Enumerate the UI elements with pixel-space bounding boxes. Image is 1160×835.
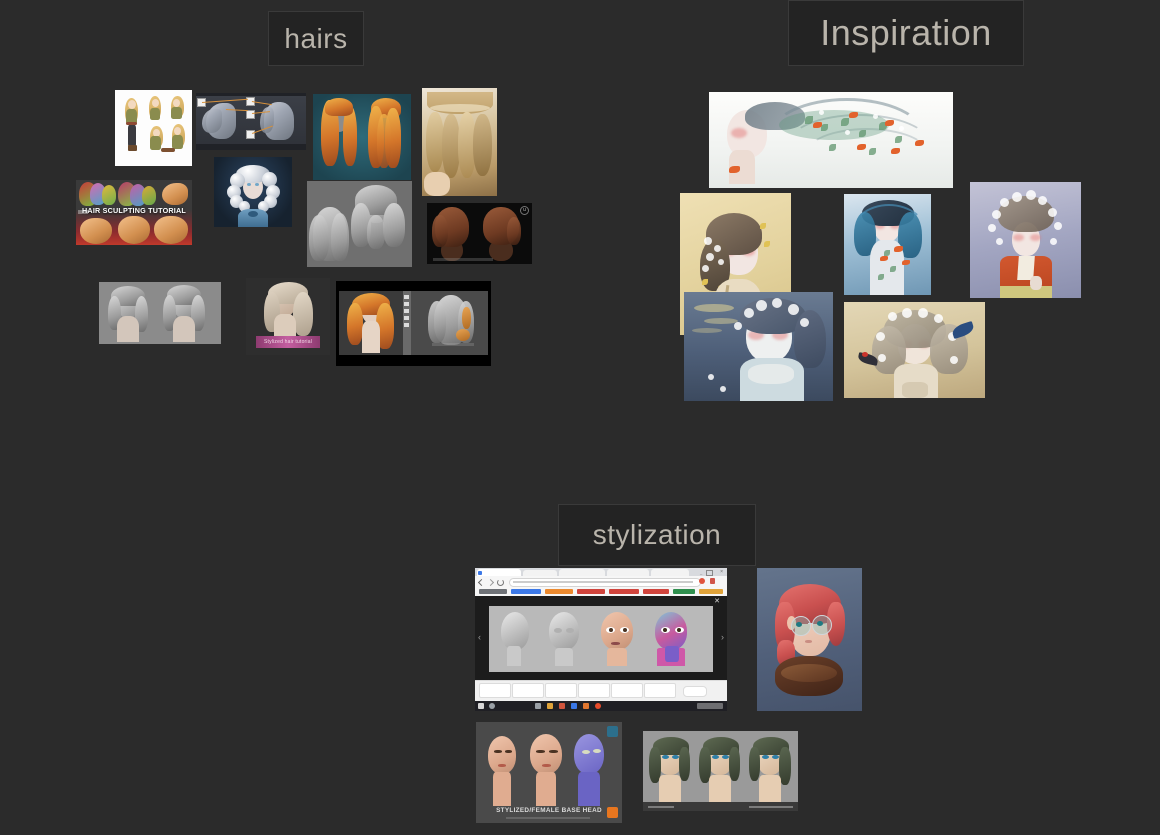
section-title-stylization-label: stylization bbox=[592, 519, 722, 550]
tile-blue-hair-koi-painting[interactable] bbox=[844, 194, 931, 295]
tab-favicon-icon bbox=[478, 570, 482, 575]
tile-fish-hair-painting[interactable] bbox=[709, 92, 953, 188]
hair-sculpting-tutorial-label: HAIR SCULPTING TUTORIAL bbox=[82, 206, 186, 215]
white-curl-portrait-artwork bbox=[214, 157, 292, 227]
tile-resting-girl-painting[interactable] bbox=[684, 292, 833, 401]
tile-brown-hair-side-views[interactable]: u bbox=[427, 203, 532, 264]
blue-hair-koi-artwork bbox=[844, 194, 931, 295]
tile-stylized-hair-bust[interactable]: Stylized hair tutorial bbox=[246, 278, 330, 355]
tile-red-hair-glasses-portrait[interactable] bbox=[757, 568, 862, 711]
tile-stylized-teal-hair-pair[interactable] bbox=[313, 94, 411, 180]
section-title-hairs[interactable]: hairs bbox=[268, 11, 364, 66]
tile-browser-head-sculpt-stages[interactable]: _ × ✕ ‹ › bbox=[475, 568, 727, 711]
lightbox-next-icon[interactable]: › bbox=[721, 633, 724, 642]
tile-white-curly-hair-portrait[interactable] bbox=[214, 157, 292, 227]
browser-extension-icon[interactable] bbox=[699, 578, 705, 584]
tile-kimono-blossom-painting[interactable] bbox=[970, 182, 1081, 298]
tile-character-sheet-blonde[interactable] bbox=[115, 90, 192, 166]
brown-hair-views-artwork: u bbox=[427, 203, 532, 264]
section-title-hairs-label: hairs bbox=[284, 22, 348, 54]
tile-grey-three-head-turnaround[interactable] bbox=[643, 731, 798, 811]
grey-head-pair-artwork bbox=[99, 282, 221, 344]
fish-hair-painting-artwork bbox=[709, 92, 953, 188]
hair-sculpting-tutorial-artwork: HAIR SCULPTING TUTORIAL bbox=[76, 180, 192, 245]
stylized-hair-bust-artwork: Stylized hair tutorial bbox=[246, 278, 330, 355]
swallow-blossom-artwork bbox=[844, 302, 985, 398]
grey-wavy-sculpt-artwork bbox=[307, 181, 412, 267]
tile-blonde-wavy-hair-photo[interactable] bbox=[422, 88, 497, 196]
stylized-female-base-head-label: STYLIZED/FEMALE BASE HEAD bbox=[496, 807, 602, 814]
stylized-female-base-head-artwork: STYLIZED/FEMALE BASE HEAD bbox=[476, 722, 622, 823]
browser-reload-icon[interactable] bbox=[497, 579, 504, 586]
section-title-inspiration[interactable]: Inspiration bbox=[788, 0, 1024, 66]
section-title-stylization[interactable]: stylization bbox=[558, 504, 756, 566]
tile-hair-sculpting-tutorial[interactable]: HAIR SCULPTING TUTORIAL bbox=[76, 180, 192, 245]
browser-screenshot: _ × ✕ ‹ › bbox=[475, 568, 727, 711]
three-head-turnaround-artwork bbox=[643, 731, 798, 811]
zbrush-annotation-artwork bbox=[196, 93, 306, 150]
section-title-inspiration-label: Inspiration bbox=[820, 12, 992, 53]
teal-hair-artwork bbox=[313, 94, 411, 180]
tile-stylized-female-base-head[interactable]: STYLIZED/FEMALE BASE HEAD bbox=[476, 722, 622, 823]
red-hair-portrait-artwork bbox=[757, 568, 862, 711]
blonde-wave-photo bbox=[422, 88, 497, 196]
resting-girl-artwork bbox=[684, 292, 833, 401]
reference-board[interactable]: hairs Inspiration stylization HAIR SCULP… bbox=[0, 0, 1160, 835]
lightbox-prev-icon[interactable]: ‹ bbox=[478, 633, 481, 642]
lightbox-close-icon[interactable]: ✕ bbox=[714, 598, 720, 605]
tile-swallow-blossom-painting[interactable] bbox=[844, 302, 985, 398]
tile-grey-wavy-hair-sculpts[interactable] bbox=[307, 181, 412, 267]
browser-profile-icon[interactable] bbox=[710, 578, 715, 584]
brand-badge-top-right bbox=[607, 726, 618, 737]
stylized-hair-tutorial-label: Stylized hair tutorial bbox=[263, 339, 313, 345]
character-sheet-artwork bbox=[115, 90, 192, 166]
tile-zbrush-hair-annotation[interactable] bbox=[196, 93, 306, 150]
kimono-blossom-artwork bbox=[970, 182, 1081, 298]
stylized-hair-tutorial-banner: Stylized hair tutorial bbox=[256, 336, 320, 348]
tile-grey-head-hair-pair[interactable] bbox=[99, 282, 221, 344]
tile-zbrush-split-orange-hair[interactable] bbox=[336, 281, 491, 366]
split-viewport-artwork bbox=[336, 281, 491, 366]
